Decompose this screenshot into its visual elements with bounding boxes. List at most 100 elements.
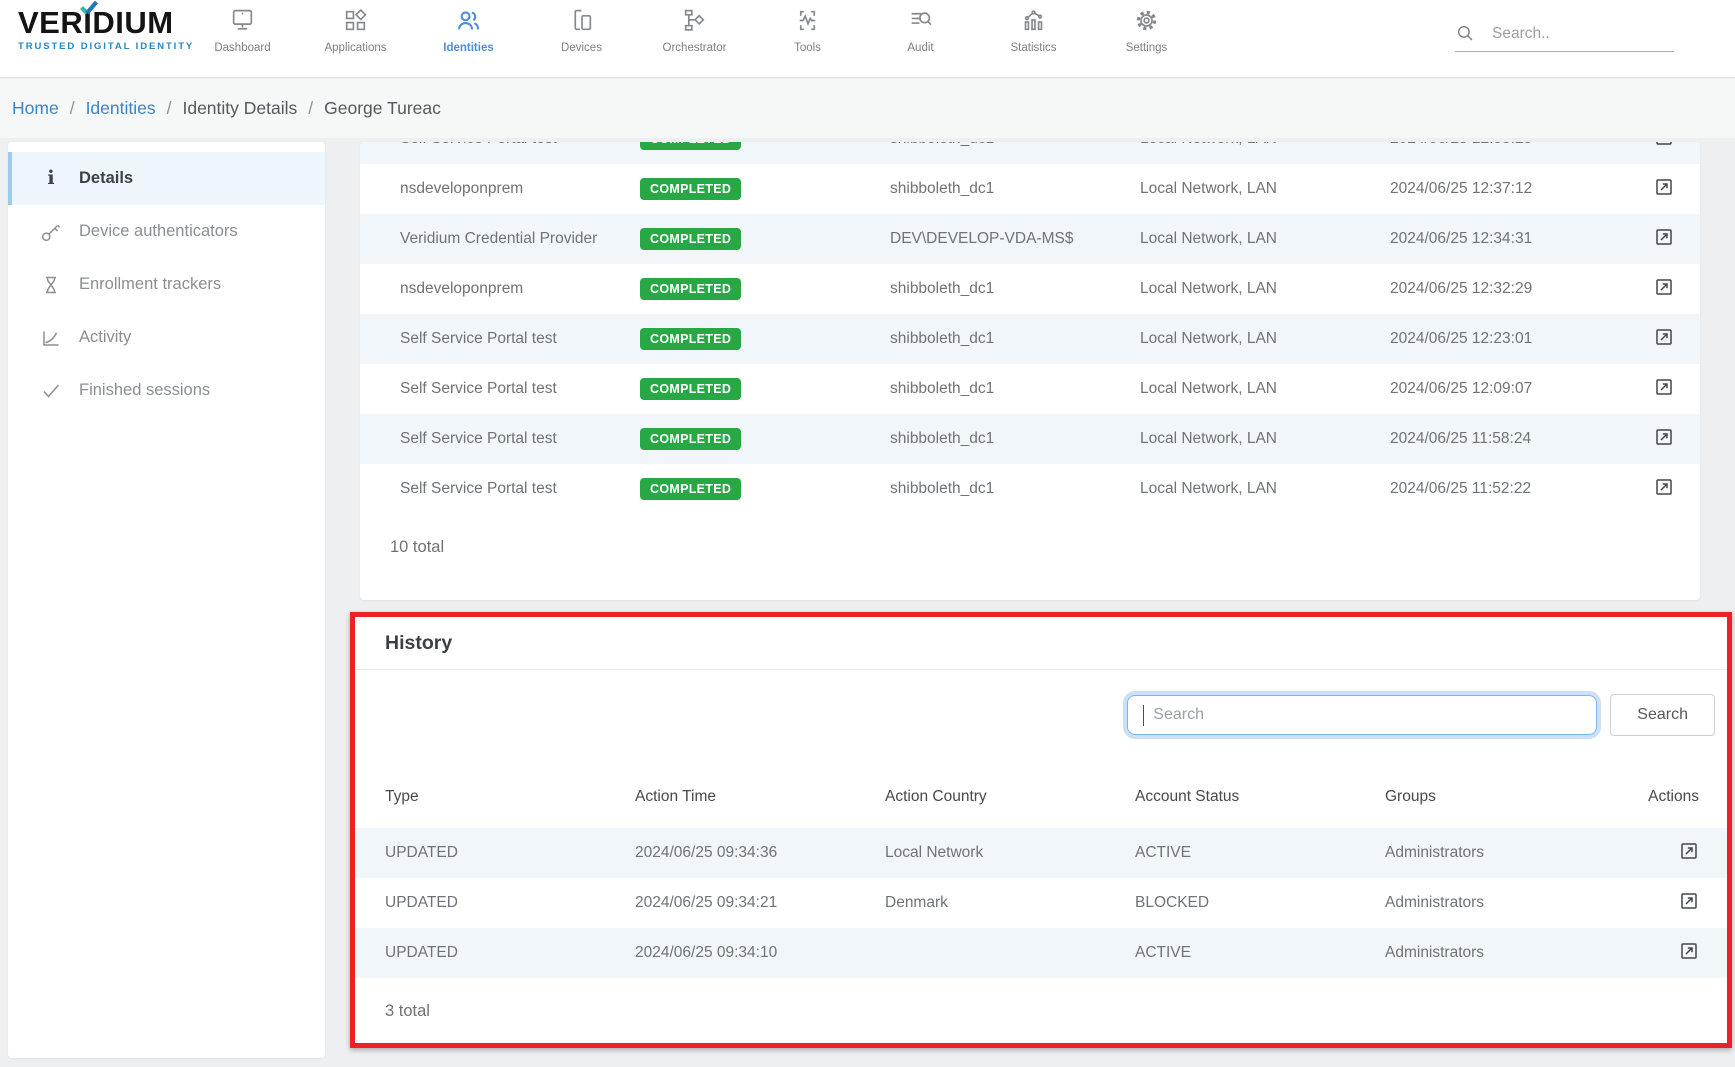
session-app-name: Self Service Portal test — [400, 480, 640, 498]
history-groups: Administrators — [1385, 894, 1635, 912]
history-row: UPDATED 2024/06/25 09:34:36 Local Networ… — [355, 828, 1727, 878]
session-row: Self Service Portal test COMPLETED shibb… — [360, 464, 1700, 514]
veridium-logo[interactable]: VERIDIUM TRUSTED DIGITAL IDENTITY — [18, 7, 194, 52]
status-badge: COMPLETED — [640, 178, 741, 200]
check-icon — [38, 380, 64, 402]
session-location: Local Network, LAN — [1140, 142, 1390, 148]
history-action-time: 2024/06/25 09:34:36 — [635, 844, 885, 862]
session-location: Local Network, LAN — [1140, 280, 1390, 298]
status-badge: COMPLETED — [640, 378, 741, 400]
open-external-icon — [1654, 427, 1674, 447]
nav-item-applications[interactable]: Applications — [299, 7, 412, 54]
history-account-status: ACTIVE — [1135, 944, 1385, 962]
history-groups: Administrators — [1385, 944, 1635, 962]
session-app-name: Self Service Portal test — [400, 330, 640, 348]
sessions-panel: Self Service Portal test COMPLETED shibb… — [360, 142, 1700, 600]
logo-text: VER — [18, 7, 83, 40]
session-time: 2024/06/25 12:23:01 — [1390, 330, 1640, 348]
open-external-icon — [1654, 177, 1674, 197]
nav-item-identities[interactable]: Identities — [412, 7, 525, 54]
col-actions: Actions — [1648, 788, 1699, 806]
text-cursor — [1143, 705, 1144, 726]
breadcrumb-identity-details: Identity Details — [182, 98, 297, 119]
history-action-time: 2024/06/25 09:34:21 — [635, 894, 885, 912]
session-app-name: nsdeveloponprem — [400, 280, 640, 298]
open-history-entry-button[interactable] — [1679, 841, 1699, 861]
open-session-button[interactable] — [1654, 477, 1674, 497]
open-session-button[interactable] — [1654, 177, 1674, 197]
nav-label: Statistics — [1010, 42, 1056, 54]
nav-item-statistics[interactable]: Statistics — [977, 7, 1090, 54]
logo-letter-i: I — [83, 7, 92, 40]
breadcrumb-identities[interactable]: Identities — [86, 98, 156, 119]
open-session-button[interactable] — [1654, 227, 1674, 247]
session-server: shibboleth_dc1 — [890, 180, 1140, 198]
history-search-field — [1127, 695, 1597, 735]
session-time: 2024/06/25 11:58:24 — [1390, 430, 1640, 448]
nav-item-settings[interactable]: Settings — [1090, 7, 1203, 54]
session-server: shibboleth_dc1 — [890, 430, 1140, 448]
nav-label: Devices — [561, 42, 602, 54]
identities-icon — [455, 7, 482, 34]
nav-item-dashboard[interactable]: Dashboard — [186, 7, 299, 54]
history-search-button[interactable]: Search — [1610, 694, 1715, 736]
nav-item-orchestrator[interactable]: Orchestrator — [638, 7, 751, 54]
open-session-button[interactable] — [1654, 142, 1674, 147]
open-session-button[interactable] — [1654, 377, 1674, 397]
history-row: UPDATED 2024/06/25 09:34:21 Denmark BLOC… — [355, 878, 1727, 928]
session-server: shibboleth_dc1 — [890, 280, 1140, 298]
history-search-input[interactable] — [1153, 706, 1596, 724]
session-server: shibboleth_dc1 — [890, 380, 1140, 398]
activity-chart-icon — [38, 327, 64, 349]
nav-label: Identities — [443, 42, 493, 54]
session-app-name: nsdeveloponprem — [400, 180, 640, 198]
session-server: shibboleth_dc1 — [890, 142, 1140, 148]
session-server: shibboleth_dc1 — [890, 480, 1140, 498]
session-row: Veridium Credential Provider COMPLETED D… — [360, 214, 1700, 264]
open-external-icon — [1654, 327, 1674, 347]
sidebar-item-finished-sessions[interactable]: Finished sessions — [8, 364, 325, 417]
sidebar-item-label: Enrollment trackers — [79, 275, 221, 294]
open-external-icon — [1654, 377, 1674, 397]
nav-label: Orchestrator — [663, 42, 727, 54]
status-badge: COMPLETED — [640, 142, 741, 150]
open-history-entry-button[interactable] — [1679, 941, 1699, 961]
breadcrumb-home[interactable]: Home — [12, 98, 59, 119]
history-account-status: ACTIVE — [1135, 844, 1385, 862]
session-row: nsdeveloponprem COMPLETED shibboleth_dc1… — [360, 264, 1700, 314]
open-history-entry-button[interactable] — [1679, 891, 1699, 911]
status-badge: COMPLETED — [640, 278, 741, 300]
nav-item-audit[interactable]: Audit — [864, 7, 977, 54]
open-external-icon — [1654, 227, 1674, 247]
sidebar-item-activity[interactable]: Activity — [8, 311, 325, 364]
session-row: Self Service Portal test COMPLETED shibb… — [360, 142, 1700, 164]
history-table-header: Type Action Time Action Country Account … — [355, 736, 1727, 828]
open-session-button[interactable] — [1654, 277, 1674, 297]
history-search-row: Search — [355, 670, 1727, 736]
top-navbar: VERIDIUM TRUSTED DIGITAL IDENTITY Dashbo… — [0, 0, 1735, 78]
devices-icon — [568, 7, 595, 34]
session-time: 2024/06/25 12:09:07 — [1390, 380, 1640, 398]
breadcrumb-user-name: George Tureac — [324, 98, 441, 119]
history-action-time: 2024/06/25 09:34:10 — [635, 944, 885, 962]
col-account-status: Account Status — [1135, 788, 1385, 806]
sidebar-item-enrollment-trackers[interactable]: Enrollment trackers — [8, 258, 325, 311]
history-row: UPDATED 2024/06/25 09:34:10 ACTIVE Admin… — [355, 928, 1727, 978]
session-row: nsdeveloponprem COMPLETED shibboleth_dc1… — [360, 164, 1700, 214]
open-session-button[interactable] — [1654, 427, 1674, 447]
nav-item-tools[interactable]: Tools — [751, 7, 864, 54]
sidebar-item-label: Details — [79, 169, 133, 188]
open-session-button[interactable] — [1654, 327, 1674, 347]
sidebar-item-device-authenticators[interactable]: Device authenticators — [8, 205, 325, 258]
nav-item-devices[interactable]: Devices — [525, 7, 638, 54]
global-search-input[interactable] — [1492, 25, 1642, 43]
nav-label: Applications — [324, 42, 386, 54]
sidebar-item-details[interactable]: i Details — [8, 152, 325, 205]
sessions-table: Self Service Portal test COMPLETED shibb… — [360, 142, 1700, 514]
main-nav: Dashboard Applications Identities — [186, 7, 1203, 54]
info-icon: i — [38, 169, 64, 188]
history-type: UPDATED — [385, 844, 635, 862]
breadcrumb: Home / Identities / Identity Details / G… — [0, 79, 1735, 138]
session-time: 2024/06/25 12:55:25 — [1390, 142, 1640, 148]
session-row: Self Service Portal test COMPLETED shibb… — [360, 314, 1700, 364]
